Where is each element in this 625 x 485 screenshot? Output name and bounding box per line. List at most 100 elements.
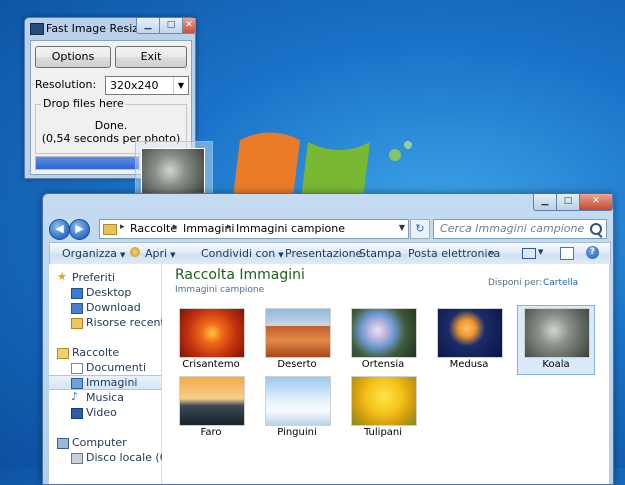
- drop-zone-label: Drop files here: [41, 97, 126, 110]
- image-thumbnail: [179, 308, 245, 358]
- forward-button[interactable]: ▶: [69, 219, 90, 240]
- thumbnail-tulipani[interactable]: Tulipani: [345, 374, 421, 442]
- address-bar[interactable]: ▸ Raccolte ▸ Immagini ▸ Immagini campion…: [99, 219, 409, 239]
- nav-item-download[interactable]: Download: [49, 300, 161, 315]
- nav-label: Download: [86, 301, 141, 314]
- video-icon: [71, 408, 83, 419]
- chevron-down-icon[interactable]: ▼: [538, 248, 543, 256]
- close-button[interactable]: ✕: [182, 18, 196, 34]
- desktop-icon: [71, 288, 83, 299]
- share-menu[interactable]: Condividi con ▼: [201, 247, 284, 260]
- email-button[interactable]: Posta elettronica: [408, 247, 500, 260]
- maximize-button[interactable]: □: [556, 194, 580, 211]
- thumbnail-label: Faro: [200, 427, 222, 438]
- minimize-button[interactable]: ▁: [533, 194, 557, 211]
- nav-favorites[interactable]: ★ Preferiti: [49, 270, 161, 285]
- titlebar[interactable]: Fast Image Resizer ▁ □ ✕: [25, 18, 196, 40]
- explorer-window: ▁ □ ✕ ◀ ▶ ▸ Raccolte ▸ Immagini ▸ Immagi…: [42, 193, 614, 485]
- thumbnail-ortensia[interactable]: Ortensia: [345, 306, 421, 374]
- resolution-value: 320x240: [110, 79, 159, 92]
- thumbnail-label: Pinguini: [277, 427, 317, 438]
- thumbnail-pinguini[interactable]: Pinguini: [259, 374, 335, 442]
- nav-item-immagini[interactable]: Immagini: [49, 375, 161, 390]
- more-commands-button[interactable]: »: [488, 246, 495, 259]
- breadcrumb-separator[interactable]: ▸: [227, 222, 232, 232]
- nav-label: Preferiti: [72, 271, 116, 284]
- nav-label: Video: [86, 406, 117, 419]
- thumbnail-label: Crisantemo: [182, 359, 240, 370]
- help-icon[interactable]: ?: [586, 246, 599, 259]
- exit-button[interactable]: Exit: [115, 46, 187, 68]
- search-input[interactable]: Cerca Immagini campione: [433, 219, 607, 239]
- nav-label: Immagini: [86, 376, 138, 389]
- arrange-by-dropdown[interactable]: Cartella: [543, 278, 578, 288]
- koala-drag-thumbnail: [141, 148, 205, 198]
- recent-places-icon: [71, 318, 83, 329]
- organize-menu[interactable]: Organizza ▼: [62, 247, 125, 260]
- image-thumbnail: [524, 308, 590, 358]
- nav-item-musica[interactable]: ♪ Musica: [49, 390, 161, 405]
- music-icon: ♪: [71, 390, 79, 403]
- resolution-select[interactable]: 320x240 ▼: [105, 76, 189, 95]
- download-icon: [71, 303, 83, 314]
- status-text: Done.: [94, 119, 128, 132]
- star-icon: ★: [57, 270, 67, 283]
- refresh-icon[interactable]: ↻: [410, 219, 430, 239]
- open-label: Apri: [145, 247, 168, 260]
- breadcrumb-separator[interactable]: ▸: [173, 222, 178, 232]
- nav-label: Documenti: [86, 361, 147, 374]
- command-bar: Organizza ▼ Apri ▼ Condividi con ▼ Presenta…: [49, 242, 611, 264]
- share-label: Condividi con: [201, 247, 276, 260]
- open-menu[interactable]: Apri ▼: [145, 247, 175, 260]
- back-button[interactable]: ◀: [49, 219, 70, 240]
- image-thumbnail: [265, 376, 331, 426]
- documents-icon: [71, 363, 83, 374]
- library-subtitle: Immagini campione: [175, 285, 265, 295]
- thumbnail-deserto[interactable]: Deserto: [259, 306, 335, 374]
- close-button[interactable]: ✕: [579, 194, 613, 211]
- app-icon: [30, 23, 44, 35]
- breadcrumb-separator[interactable]: ▸: [120, 222, 125, 232]
- thumbnail-medusa[interactable]: Medusa: [431, 306, 507, 374]
- nav-item-local-disk[interactable]: Disco locale (C:): [49, 450, 175, 465]
- change-view-icon[interactable]: [522, 248, 536, 259]
- preview-pane-icon[interactable]: [560, 247, 574, 260]
- nav-item-recent[interactable]: Risorse recenti: [49, 315, 168, 330]
- nav-computer[interactable]: Computer: [49, 435, 161, 450]
- breadcrumb-raccolte[interactable]: Raccolte: [130, 222, 177, 235]
- navigation-pane: ★ Preferiti Desktop Download Risorse rec…: [49, 264, 175, 484]
- arrange-by-label: Disponi per:: [488, 278, 543, 288]
- thumbnail-label: Ortensia: [361, 359, 405, 370]
- library-title: Raccolta Immagini: [175, 267, 305, 283]
- thumbnail-label: Tulipani: [363, 427, 403, 438]
- image-thumbnail: [351, 376, 417, 426]
- image-thumbnail: [437, 308, 503, 358]
- minimize-button[interactable]: ▁: [136, 18, 160, 34]
- search-icon[interactable]: [590, 223, 602, 235]
- image-thumbnail: [351, 308, 417, 358]
- nav-label: Raccolte: [72, 346, 120, 359]
- nav-item-video[interactable]: Video: [49, 405, 161, 420]
- nav-item-desktop[interactable]: Desktop: [49, 285, 161, 300]
- thumbnail-label: Medusa: [449, 359, 489, 370]
- open-icon: [130, 247, 140, 257]
- disk-icon: [71, 453, 83, 464]
- thumbnail-koala[interactable]: Koala: [517, 305, 595, 375]
- print-button[interactable]: Stampa: [359, 247, 401, 260]
- chevron-down-icon[interactable]: ▼: [399, 223, 405, 232]
- breadcrumb-immagini-campione[interactable]: Immagini campione: [236, 222, 345, 235]
- thumbnail-crisantemo[interactable]: Crisantemo: [173, 306, 249, 374]
- search-placeholder: Cerca Immagini campione: [440, 222, 585, 235]
- nav-label: Musica: [86, 391, 125, 404]
- slideshow-button[interactable]: Presentazione: [285, 247, 362, 260]
- maximize-button[interactable]: □: [159, 18, 183, 34]
- organize-label: Organizza: [62, 247, 118, 260]
- chevron-down-icon[interactable]: ▼: [173, 77, 188, 94]
- pictures-icon: [71, 378, 83, 389]
- nav-item-documenti[interactable]: Documenti: [49, 360, 161, 375]
- thumbnail-faro[interactable]: Faro: [173, 374, 249, 442]
- image-thumbnail: [265, 308, 331, 358]
- nav-label: Computer: [72, 436, 127, 449]
- nav-libraries[interactable]: Raccolte: [49, 345, 161, 360]
- options-button[interactable]: Options: [35, 46, 111, 68]
